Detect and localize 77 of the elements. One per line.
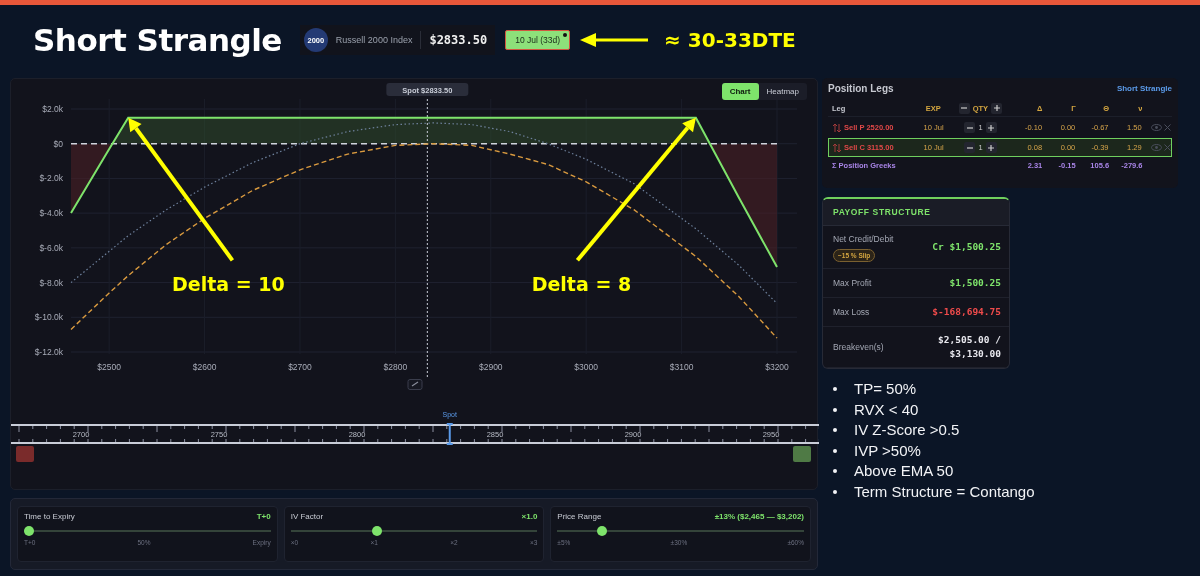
- arrow: [580, 32, 651, 48]
- x-axis-label: $3100: [669, 362, 694, 372]
- bullet-icon: [833, 407, 837, 412]
- minus-button[interactable]: [964, 142, 976, 153]
- y-axis-label: $-12.0k: [34, 347, 63, 357]
- x-axis-label: $3000: [574, 362, 598, 372]
- slider-label: IV Factor: [290, 512, 324, 521]
- strike-marker-icon[interactable]: [16, 446, 34, 462]
- metric-label: Breakeven(s): [833, 341, 884, 354]
- metric-label: Net Credit/Debit: [833, 233, 894, 246]
- minus-button[interactable]: [958, 102, 970, 114]
- plus-button[interactable]: [985, 122, 997, 133]
- slider-thumb[interactable]: [596, 526, 607, 536]
- slider-thumb[interactable]: [24, 526, 34, 536]
- slider-value: ±13% ($2,465 — $3,202): [714, 512, 804, 521]
- x-axis-label: $3200: [765, 362, 789, 372]
- bullet-text: IV Z-Score >0.5: [854, 420, 960, 440]
- metric-value: $1,500.25: [948, 276, 1001, 290]
- bullet-text: Term Structure = Contango: [854, 481, 1035, 502]
- x-axis-label: $2700: [288, 362, 312, 372]
- plus-button[interactable]: [991, 102, 1003, 114]
- view-tab[interactable]: Heatmap: [758, 83, 807, 100]
- metric-value: $-168,694.75: [931, 305, 1001, 319]
- y-axis-label: $-2.0k: [39, 173, 63, 184]
- plus-icon: [993, 105, 1000, 111]
- bullet-icon: [833, 387, 837, 392]
- bullet-text: IVP >50%: [854, 440, 921, 461]
- bullet-icon: [833, 469, 837, 474]
- close-icon[interactable]: [1164, 144, 1172, 151]
- swap-icon[interactable]: [833, 123, 841, 132]
- index-name: Russell 2000 Index: [335, 31, 422, 49]
- minus-icon: [966, 124, 973, 131]
- y-axis-label: $2.0k: [42, 104, 63, 114]
- strategy-link[interactable]: Short Strangle: [1116, 84, 1172, 93]
- plus-icon: [988, 124, 995, 131]
- y-axis-label: $-4.0k: [39, 208, 63, 219]
- plus-icon: [988, 144, 995, 151]
- metric-label: Max Loss: [833, 306, 870, 319]
- spot-marker[interactable]: [445, 423, 454, 445]
- slider-label: Time to Expiry: [24, 512, 75, 521]
- x-axis-label: $2600: [192, 362, 217, 372]
- minus-icon: [961, 105, 968, 111]
- y-axis-label: $-8.0k: [39, 277, 63, 288]
- panel-title: Position Legs: [828, 83, 894, 94]
- swap-icon[interactable]: [833, 143, 841, 152]
- y-axis-label: $-6.0k: [39, 242, 63, 253]
- minus-icon: [966, 144, 973, 151]
- expiry-chip[interactable]: 10 Jul (33d): [505, 30, 571, 50]
- slide-title: Short Strangle: [33, 22, 282, 58]
- bullet-text: RVX < 40: [854, 399, 919, 420]
- x-axis-label: $2800: [383, 362, 408, 372]
- y-axis-label: $-10.0k: [34, 312, 63, 323]
- strike-marker-icon[interactable]: [793, 446, 811, 462]
- link-icon[interactable]: [407, 379, 423, 390]
- metric-label: Max Profit: [833, 277, 872, 290]
- annotation-label: Delta = 8: [531, 273, 632, 296]
- y-axis-label: $0: [53, 138, 63, 149]
- x-axis-label: $2900: [478, 362, 503, 372]
- bullet-icon: [833, 489, 837, 494]
- metric-value: $2,505.00 / $3,130.00: [937, 333, 1001, 361]
- plus-button[interactable]: [985, 142, 997, 153]
- card-title: PAYOFF STRUCTURE: [823, 199, 1009, 226]
- slider-value: ×1.0: [521, 512, 538, 521]
- bullet-icon: [833, 448, 837, 453]
- view-tab[interactable]: Chart: [721, 83, 759, 100]
- metric-value: Cr $1,500.25: [931, 240, 1001, 254]
- x-axis-label: $2500: [97, 362, 121, 372]
- slider-thumb[interactable]: [372, 526, 383, 536]
- minus-button[interactable]: [964, 122, 976, 133]
- annotation-label: Delta = 10: [172, 273, 285, 296]
- bullet-text: Above EMA 50: [854, 461, 954, 481]
- bullet-text: TP= 50%: [854, 379, 917, 399]
- slider-label: Price Range: [557, 512, 602, 521]
- bullet-icon: [833, 428, 837, 433]
- index-price: $2833.50: [429, 33, 488, 47]
- slider-value: T+0: [256, 512, 271, 521]
- dte-note: ≈ 30-33DTE: [664, 28, 796, 52]
